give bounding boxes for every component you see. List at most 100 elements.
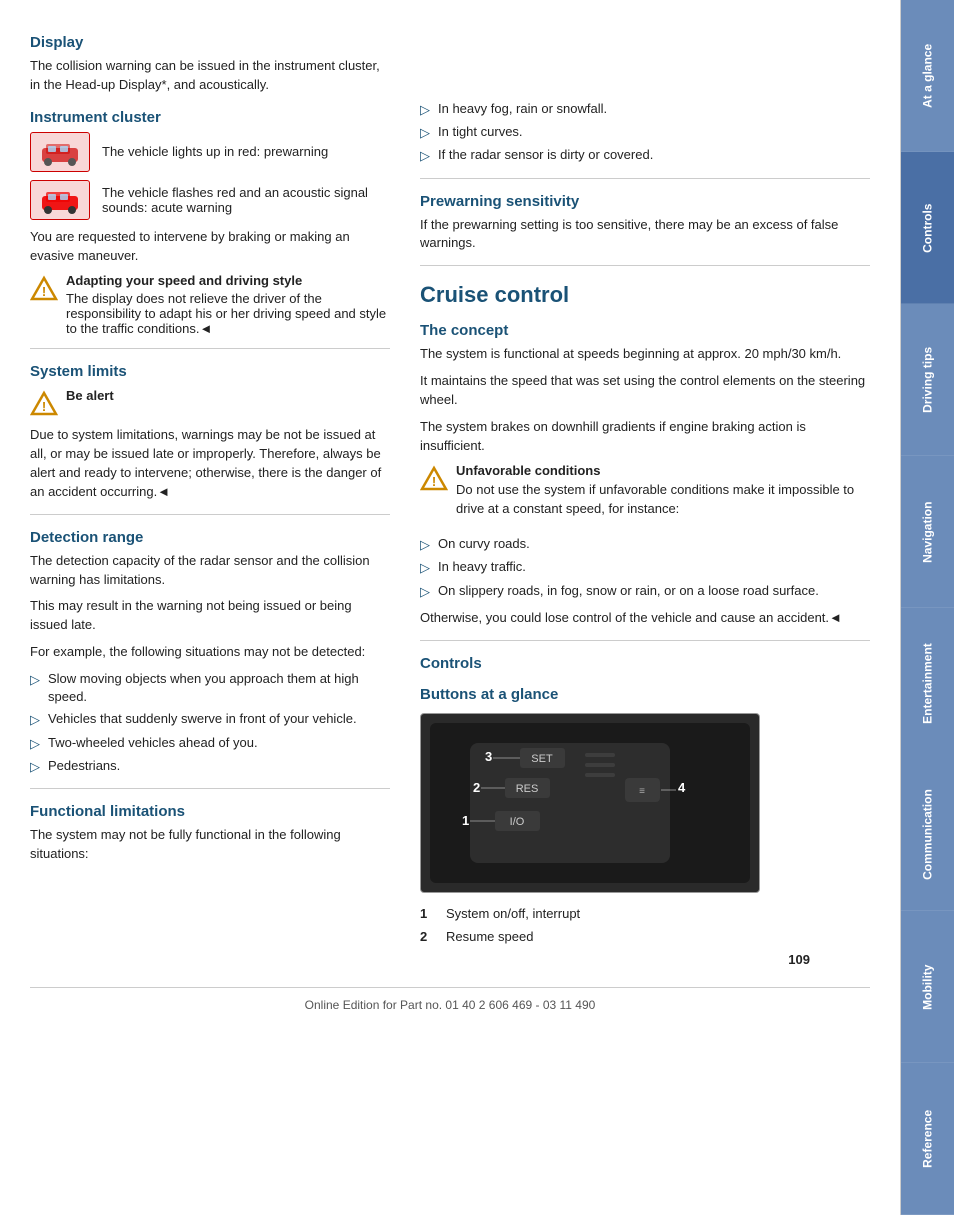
detection-body2: This may result in the warning not being… bbox=[30, 597, 390, 635]
unfav-bullet-2: ▷In heavy traffic. bbox=[420, 558, 870, 577]
detection-bullet-4: ▷ Pedestrians. bbox=[30, 757, 390, 776]
sidebar-tab-navigation[interactable]: Navigation bbox=[901, 456, 954, 608]
func-bullet-2: ▷ In tight curves. bbox=[420, 123, 870, 142]
car-icon-acute bbox=[30, 180, 90, 220]
bullet-arrow: ▷ bbox=[420, 101, 430, 119]
func-bullet-3: ▷If the radar sensor is dirty or covered… bbox=[420, 146, 870, 165]
svg-text:SET: SET bbox=[531, 753, 553, 765]
sidebar-tab-reference-label: Reference bbox=[921, 1110, 935, 1168]
sidebar-tab-controls[interactable]: Controls bbox=[901, 152, 954, 304]
svg-text:≡: ≡ bbox=[639, 786, 645, 797]
svg-text:!: ! bbox=[42, 284, 46, 299]
sidebar-tab-mobility-label: Mobility bbox=[921, 965, 935, 1010]
footer-text: Online Edition for Part no. 01 40 2 606 … bbox=[305, 998, 596, 1012]
svg-text:1: 1 bbox=[462, 813, 469, 828]
unfav-body1: Do not use the system if unfavorable con… bbox=[456, 481, 870, 519]
sidebar-tab-mobility[interactable]: Mobility bbox=[901, 911, 954, 1063]
cruise-body2: It maintains the speed that was set usin… bbox=[420, 372, 870, 410]
detection-bullet-1-text: Slow moving objects when you approach th… bbox=[48, 670, 390, 706]
btn-desc-1: System on/off, interrupt bbox=[446, 905, 580, 923]
sidebar-tab-driving[interactable]: Driving tips bbox=[901, 304, 954, 456]
svg-text:!: ! bbox=[432, 474, 436, 489]
main-content: Display The collision warning can be iss… bbox=[0, 0, 900, 1215]
unfav-bullets: ▷On curvy roads. ▷In heavy traffic. ▷ On … bbox=[420, 535, 870, 601]
sidebar-tab-reference[interactable]: Reference bbox=[901, 1063, 954, 1215]
divider-r1 bbox=[420, 178, 870, 179]
func-bullet-1-text: In heavy fog, rain or snowfall. bbox=[438, 100, 607, 118]
func-bullet-2-text: In tight curves. bbox=[438, 123, 523, 141]
cruise-body1: The system is functional at speeds begin… bbox=[420, 345, 870, 364]
detection-bullets: ▷ Slow moving objects when you approach t… bbox=[30, 670, 390, 776]
unfav-close: Otherwise, you could lose control of the… bbox=[420, 609, 870, 628]
car-icon-svg-2 bbox=[38, 186, 82, 214]
unfav-warning-content: Unfavorable conditions Do not use the sy… bbox=[456, 463, 870, 527]
functional-title: Functional limitations bbox=[30, 803, 390, 820]
instrument-row2-text: The vehicle flashes red and an acoustic … bbox=[102, 185, 390, 215]
bullet-arrow: ▷ bbox=[420, 583, 430, 601]
instrument-row-2: The vehicle flashes red and an acoustic … bbox=[30, 180, 390, 220]
divider-r3 bbox=[420, 640, 870, 641]
bullet-arrow: ▷ bbox=[420, 124, 430, 142]
bullet-arrow: ▷ bbox=[30, 711, 40, 729]
sidebar-tab-driving-label: Driving tips bbox=[921, 347, 935, 413]
button-desc-list: 1 System on/off, interrupt 2 Resume spee… bbox=[420, 905, 870, 946]
sidebar-tab-entertainment-label: Entertainment bbox=[921, 643, 935, 724]
display-title: Display bbox=[30, 34, 390, 51]
system-limits-warning: ! Be alert bbox=[30, 388, 390, 418]
detection-bullet-1: ▷ Slow moving objects when you approach t… bbox=[30, 670, 390, 706]
unfav-bullet-3-text: On slippery roads, in fog, snow or rain,… bbox=[438, 582, 819, 600]
detection-bullet-4-text: Pedestrians. bbox=[48, 757, 120, 775]
bullet-arrow: ▷ bbox=[30, 735, 40, 753]
system-limits-warning-content: Be alert bbox=[66, 388, 114, 406]
svg-text:2: 2 bbox=[473, 780, 480, 795]
divider-r2 bbox=[420, 265, 870, 266]
display-body: The collision warning can be issued in t… bbox=[30, 57, 390, 95]
steering-panel-svg: SET RES I/O 3 2 1 bbox=[430, 723, 750, 883]
svg-text:I/O: I/O bbox=[510, 816, 525, 828]
instrument-row3-text: You are requested to intervene by brakin… bbox=[30, 228, 390, 266]
system-limits-warning-icon: ! bbox=[30, 390, 58, 418]
bullet-arrow: ▷ bbox=[30, 758, 40, 776]
detection-title: Detection range bbox=[30, 529, 390, 546]
sidebar-tab-entertainment[interactable]: Entertainment bbox=[901, 608, 954, 760]
system-limits-title: System limits bbox=[30, 363, 390, 380]
btn-list-item-1: 1 System on/off, interrupt bbox=[420, 905, 870, 923]
bullet-arrow: ▷ bbox=[420, 559, 430, 577]
buttons-image-inner: SET RES I/O 3 2 1 bbox=[421, 714, 759, 892]
car-icon-svg-1 bbox=[38, 138, 82, 166]
right-column: ▷ In heavy fog, rain or snowfall. ▷ In tig… bbox=[410, 20, 870, 952]
prewarning-body: If the prewarning setting is too sensiti… bbox=[420, 216, 870, 254]
speed-warning-box: ! Adapting your speed and driving style … bbox=[30, 273, 390, 336]
bullet-arrow: ▷ bbox=[30, 671, 40, 689]
btn-list-item-2: 2 Resume speed bbox=[420, 928, 870, 946]
functional-body: The system may not be fully functional i… bbox=[30, 826, 390, 864]
instrument-title: Instrument cluster bbox=[30, 109, 390, 126]
btn-num-2: 2 bbox=[420, 928, 440, 946]
svg-text:4: 4 bbox=[678, 780, 686, 795]
sidebar: At a glance Controls Driving tips Naviga… bbox=[900, 0, 954, 1215]
unfav-warning-title: Unfavorable conditions bbox=[456, 463, 870, 478]
sidebar-tab-at-a-glance[interactable]: At a glance bbox=[901, 0, 954, 152]
instrument-row-1: The vehicle lights up in red: prewarning bbox=[30, 132, 390, 172]
func-bullet-1: ▷ In heavy fog, rain or snowfall. bbox=[420, 100, 870, 119]
cruise-body3: The system brakes on downhill gradients … bbox=[420, 418, 870, 456]
svg-text:RES: RES bbox=[516, 783, 539, 795]
sidebar-tab-communication-label: Communication bbox=[921, 790, 935, 881]
page-number: 109 bbox=[30, 952, 810, 967]
sidebar-tab-communication[interactable]: Communication bbox=[901, 759, 954, 911]
cruise-title: Cruise control bbox=[420, 282, 870, 308]
warning-triangle-icon: ! bbox=[30, 275, 58, 303]
instrument-row1-text: The vehicle lights up in red: prewarning bbox=[102, 144, 328, 159]
sidebar-tab-navigation-label: Navigation bbox=[921, 501, 935, 562]
unfav-bullet-3: ▷ On slippery roads, in fog, snow or rain… bbox=[420, 582, 870, 601]
buttons-image: SET RES I/O 3 2 1 bbox=[420, 713, 760, 893]
page-footer: Online Edition for Part no. 01 40 2 606 … bbox=[30, 987, 870, 1012]
func-bullet-3-text: If the radar sensor is dirty or covered. bbox=[438, 146, 653, 164]
sidebar-tab-at-a-glance-label: At a glance bbox=[921, 44, 935, 108]
svg-text:3: 3 bbox=[485, 749, 492, 764]
detection-bullet-2: ▷Vehicles that suddenly swerve in front … bbox=[30, 710, 390, 729]
btn-num-1: 1 bbox=[420, 905, 440, 923]
unfav-bullet-1: ▷On curvy roads. bbox=[420, 535, 870, 554]
func-bullets: ▷ In heavy fog, rain or snowfall. ▷ In tig… bbox=[420, 100, 870, 166]
speed-warning-body: The display does not relieve the driver … bbox=[66, 291, 386, 336]
